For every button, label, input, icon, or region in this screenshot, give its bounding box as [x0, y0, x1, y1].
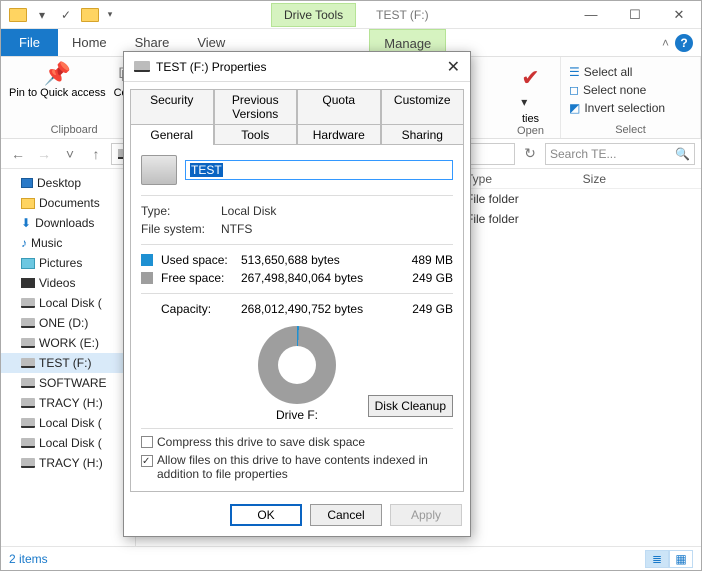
ok-button[interactable]: OK	[230, 504, 302, 526]
dialog-body: TEST Type:Local Disk File system:NTFS Us…	[130, 144, 464, 492]
dialog-button-row: OK Cancel Apply	[124, 498, 470, 536]
contextual-tab-group: Drive Tools	[271, 3, 356, 27]
tab-customize[interactable]: Customize	[381, 89, 465, 124]
up-button[interactable]: ↑	[85, 143, 107, 165]
col-type: Type	[466, 172, 556, 186]
volume-name-input[interactable]: TEST	[185, 160, 453, 180]
dialog-titlebar[interactable]: TEST (F:) Properties ✕	[124, 52, 470, 82]
close-button[interactable]: ✕	[657, 1, 701, 29]
properties-icon[interactable]: ✔	[521, 65, 539, 91]
tree-node: Desktop	[1, 173, 135, 193]
fs-value: NTFS	[221, 222, 453, 236]
group-label-select: Select	[615, 124, 646, 136]
usage-donut	[258, 326, 336, 404]
qa-save-icon[interactable]: ✓	[55, 4, 77, 26]
dialog-title: TEST (F:) Properties	[156, 60, 266, 74]
ribbon-group-select: ☰Select all ◻Select none ◩Invert selecti…	[561, 57, 701, 138]
tab-security[interactable]: Security	[130, 89, 214, 124]
tab-home[interactable]: Home	[58, 29, 121, 56]
apply-button[interactable]: Apply	[390, 504, 462, 526]
navigation-tree[interactable]: Desktop Documents ⬇Downloads ♪Music Pict…	[1, 169, 136, 546]
minimize-button[interactable]: —	[569, 1, 613, 29]
tree-node: SOFTWARE	[1, 373, 135, 393]
tab-hardware[interactable]: Hardware	[297, 124, 381, 145]
status-bar: 2 items ≣ ▦	[1, 546, 701, 570]
details-view-button[interactable]: ≣	[645, 550, 669, 568]
drive-large-icon	[141, 155, 177, 185]
tree-node: ONE (D:)	[1, 313, 135, 333]
pin-icon[interactable]: 📌	[44, 61, 71, 87]
app-icon	[7, 4, 29, 26]
group-label-clipboard: Clipboard	[51, 124, 98, 136]
qa-folder-icon[interactable]	[79, 4, 101, 26]
properties-label-partial[interactable]: ties	[522, 113, 539, 125]
cancel-button[interactable]: Cancel	[310, 504, 382, 526]
invert-selection-button[interactable]: ◩Invert selection	[569, 101, 665, 115]
select-all-button[interactable]: ☰Select all	[569, 65, 665, 79]
tree-node: TRACY (H:)	[1, 393, 135, 413]
disk-cleanup-button[interactable]: Disk Cleanup	[368, 395, 453, 417]
back-button[interactable]: ←	[7, 143, 29, 165]
tree-node: TRACY (H:)	[1, 453, 135, 473]
capacity-bytes: 268,012,490,752 bytes	[241, 302, 393, 316]
tab-tools[interactable]: Tools	[214, 124, 298, 145]
qa-dropdown[interactable]: ▾	[99, 4, 121, 26]
tab-general[interactable]: General	[130, 124, 214, 145]
free-space-label: Free space:	[161, 271, 241, 285]
dialog-drive-icon	[134, 61, 150, 72]
overflow-dropdown[interactable]: ▾	[31, 4, 53, 26]
dialog-close-button[interactable]: ✕	[447, 57, 460, 77]
search-icon: 🔍	[675, 147, 690, 161]
forward-button[interactable]: →	[33, 143, 55, 165]
history-dropdown[interactable]: ˅	[59, 143, 81, 165]
properties-caret[interactable]: ▾	[521, 95, 539, 109]
group-label-open: Open	[517, 125, 544, 137]
used-space-bytes: 513,650,688 bytes	[241, 253, 393, 267]
tree-node: WORK (E:)	[1, 333, 135, 353]
used-space-pretty: 489 MB	[393, 253, 453, 267]
used-swatch	[141, 254, 153, 266]
tree-node: ⬇Downloads	[1, 213, 135, 233]
ribbon-collapse-icon[interactable]: ˄	[662, 36, 669, 50]
tree-node-selected: TEST (F:)	[1, 353, 135, 373]
window-titlebar: ▾ ✓ ▾ Drive Tools TEST (F:) — ☐ ✕	[1, 1, 701, 29]
tree-node: Local Disk (	[1, 413, 135, 433]
window-title: TEST (F:)	[376, 8, 428, 22]
large-icons-view-button[interactable]: ▦	[669, 550, 693, 568]
dialog-tabstrip: Security Previous Versions Quota Customi…	[124, 82, 470, 144]
file-tab[interactable]: File	[1, 29, 58, 56]
free-swatch	[141, 272, 153, 284]
properties-dialog: TEST (F:) Properties ✕ Security Previous…	[123, 51, 471, 537]
compress-checkbox[interactable]: Compress this drive to save disk space	[141, 435, 453, 449]
type-label: Type:	[141, 204, 221, 218]
tree-node: ♪Music	[1, 233, 135, 253]
free-space-pretty: 249 GB	[393, 271, 453, 285]
tab-sharing[interactable]: Sharing	[381, 124, 465, 145]
tab-quota[interactable]: Quota	[297, 89, 381, 124]
free-space-bytes: 267,498,840,064 bytes	[241, 271, 393, 285]
tree-node: Documents	[1, 193, 135, 213]
used-space-label: Used space:	[161, 253, 241, 267]
ribbon-group-open: ✔ ▾ ties Open	[501, 57, 561, 138]
refresh-button[interactable]: ↻	[519, 143, 541, 165]
tree-node: Local Disk (	[1, 293, 135, 313]
tab-previous-versions[interactable]: Previous Versions	[214, 89, 298, 124]
tree-node: Pictures	[1, 253, 135, 273]
index-checkbox[interactable]: Allow files on this drive to have conten…	[141, 453, 453, 481]
maximize-button[interactable]: ☐	[613, 1, 657, 29]
help-icon[interactable]: ?	[675, 34, 693, 52]
fs-label: File system:	[141, 222, 221, 236]
select-none-button[interactable]: ◻Select none	[569, 83, 665, 97]
search-placeholder: Search TE...	[550, 147, 675, 161]
quick-access-toolbar: ▾ ✓ ▾	[1, 4, 121, 26]
pin-button[interactable]: Pin to Quick access	[9, 87, 106, 99]
tree-node: Local Disk (	[1, 433, 135, 453]
type-value: Local Disk	[221, 204, 453, 218]
tree-node: Videos	[1, 273, 135, 293]
capacity-pretty: 249 GB	[393, 302, 453, 316]
col-size: Size	[556, 172, 616, 186]
search-box[interactable]: Search TE... 🔍	[545, 143, 695, 165]
item-count: 2 items	[9, 552, 48, 566]
capacity-label: Capacity:	[161, 302, 241, 316]
